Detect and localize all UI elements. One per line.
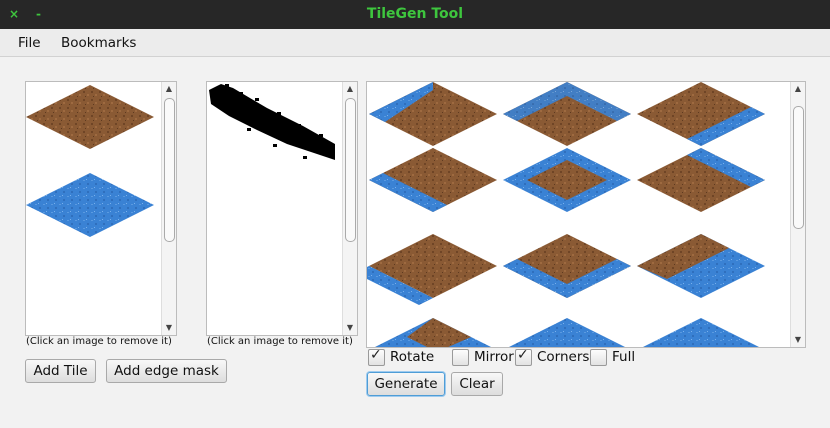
scroll-up-icon[interactable]: ▲ (343, 82, 357, 96)
generate-button[interactable]: Generate (367, 372, 445, 396)
add-tile-button[interactable]: Add Tile (25, 359, 96, 383)
rotate-checkbox[interactable]: ✓ Rotate (368, 347, 448, 366)
dirt-water-top[interactable] (503, 82, 631, 146)
corners-label: Corners (537, 349, 590, 365)
checkbox-box[interactable] (590, 349, 607, 366)
mask-scrollbar[interactable]: ▲ ▼ (342, 82, 357, 335)
mirror-label: Mirror (474, 349, 514, 365)
full-checkbox[interactable]: Full (590, 349, 650, 366)
dirt-water-right[interactable] (637, 148, 765, 212)
water-tile[interactable] (26, 173, 154, 237)
mask-canvas (209, 84, 335, 160)
menu-file[interactable]: File (18, 35, 41, 51)
dirt-water-left[interactable] (369, 148, 497, 212)
mask-hint: (Click an image to remove it) (207, 336, 353, 347)
scroll-down-icon[interactable]: ▼ (162, 321, 176, 335)
water-tile-output[interactable] (503, 318, 631, 347)
dirt-water-top-left[interactable] (369, 82, 497, 146)
tiles-scrollbar[interactable]: ▲ ▼ (161, 82, 176, 335)
corners-checkbox[interactable]: ✓ Corners (515, 347, 590, 366)
output-scrollbar[interactable]: ▲ ▼ (790, 82, 805, 347)
mirror-checkbox[interactable]: Mirror (452, 349, 514, 366)
menu-bar: File Bookmarks (0, 29, 830, 57)
tiles-list-panel: ▲ ▼ (25, 81, 177, 336)
window-title: TileGen Tool (366, 6, 464, 22)
scroll-down-icon[interactable]: ▼ (343, 321, 357, 335)
water-center-patch[interactable] (503, 148, 631, 212)
checkmark-icon: ✓ (517, 347, 529, 363)
dirt-water-top-right[interactable] (637, 82, 765, 146)
dirt-water-corner[interactable] (369, 318, 497, 347)
scroll-down-icon[interactable]: ▼ (791, 333, 805, 347)
scroll-thumb[interactable] (793, 106, 804, 229)
scroll-thumb[interactable] (164, 98, 175, 242)
add-edge-mask-button[interactable]: Add edge mask (106, 359, 227, 383)
tiles-hint: (Click an image to remove it) (26, 336, 172, 347)
output-panel: ▲ ▼ (366, 81, 806, 348)
dirt-water-bottom-left[interactable] (367, 234, 497, 305)
mask-list-panel: ▲ ▼ (206, 81, 358, 336)
full-label: Full (612, 349, 636, 365)
title-bar: × - TileGen Tool (0, 0, 830, 29)
tiles-canvas (26, 85, 154, 237)
dirt-tile[interactable] (26, 85, 154, 149)
checkbox-box[interactable] (452, 349, 469, 366)
checkmark-icon: ✓ (370, 347, 382, 363)
scroll-up-icon[interactable]: ▲ (162, 82, 176, 96)
menu-bookmarks[interactable]: Bookmarks (61, 35, 136, 51)
water-tile-output[interactable] (637, 318, 765, 347)
scroll-thumb[interactable] (345, 98, 356, 242)
output-canvas (367, 82, 765, 347)
dirt-water-bottom[interactable] (503, 234, 631, 298)
scroll-up-icon[interactable]: ▲ (791, 82, 805, 96)
dirt-water-bottom-right[interactable] (637, 234, 765, 298)
rotate-label: Rotate (390, 349, 435, 365)
clear-button[interactable]: Clear (451, 372, 503, 396)
diagonal-edge-mask[interactable] (209, 84, 335, 160)
